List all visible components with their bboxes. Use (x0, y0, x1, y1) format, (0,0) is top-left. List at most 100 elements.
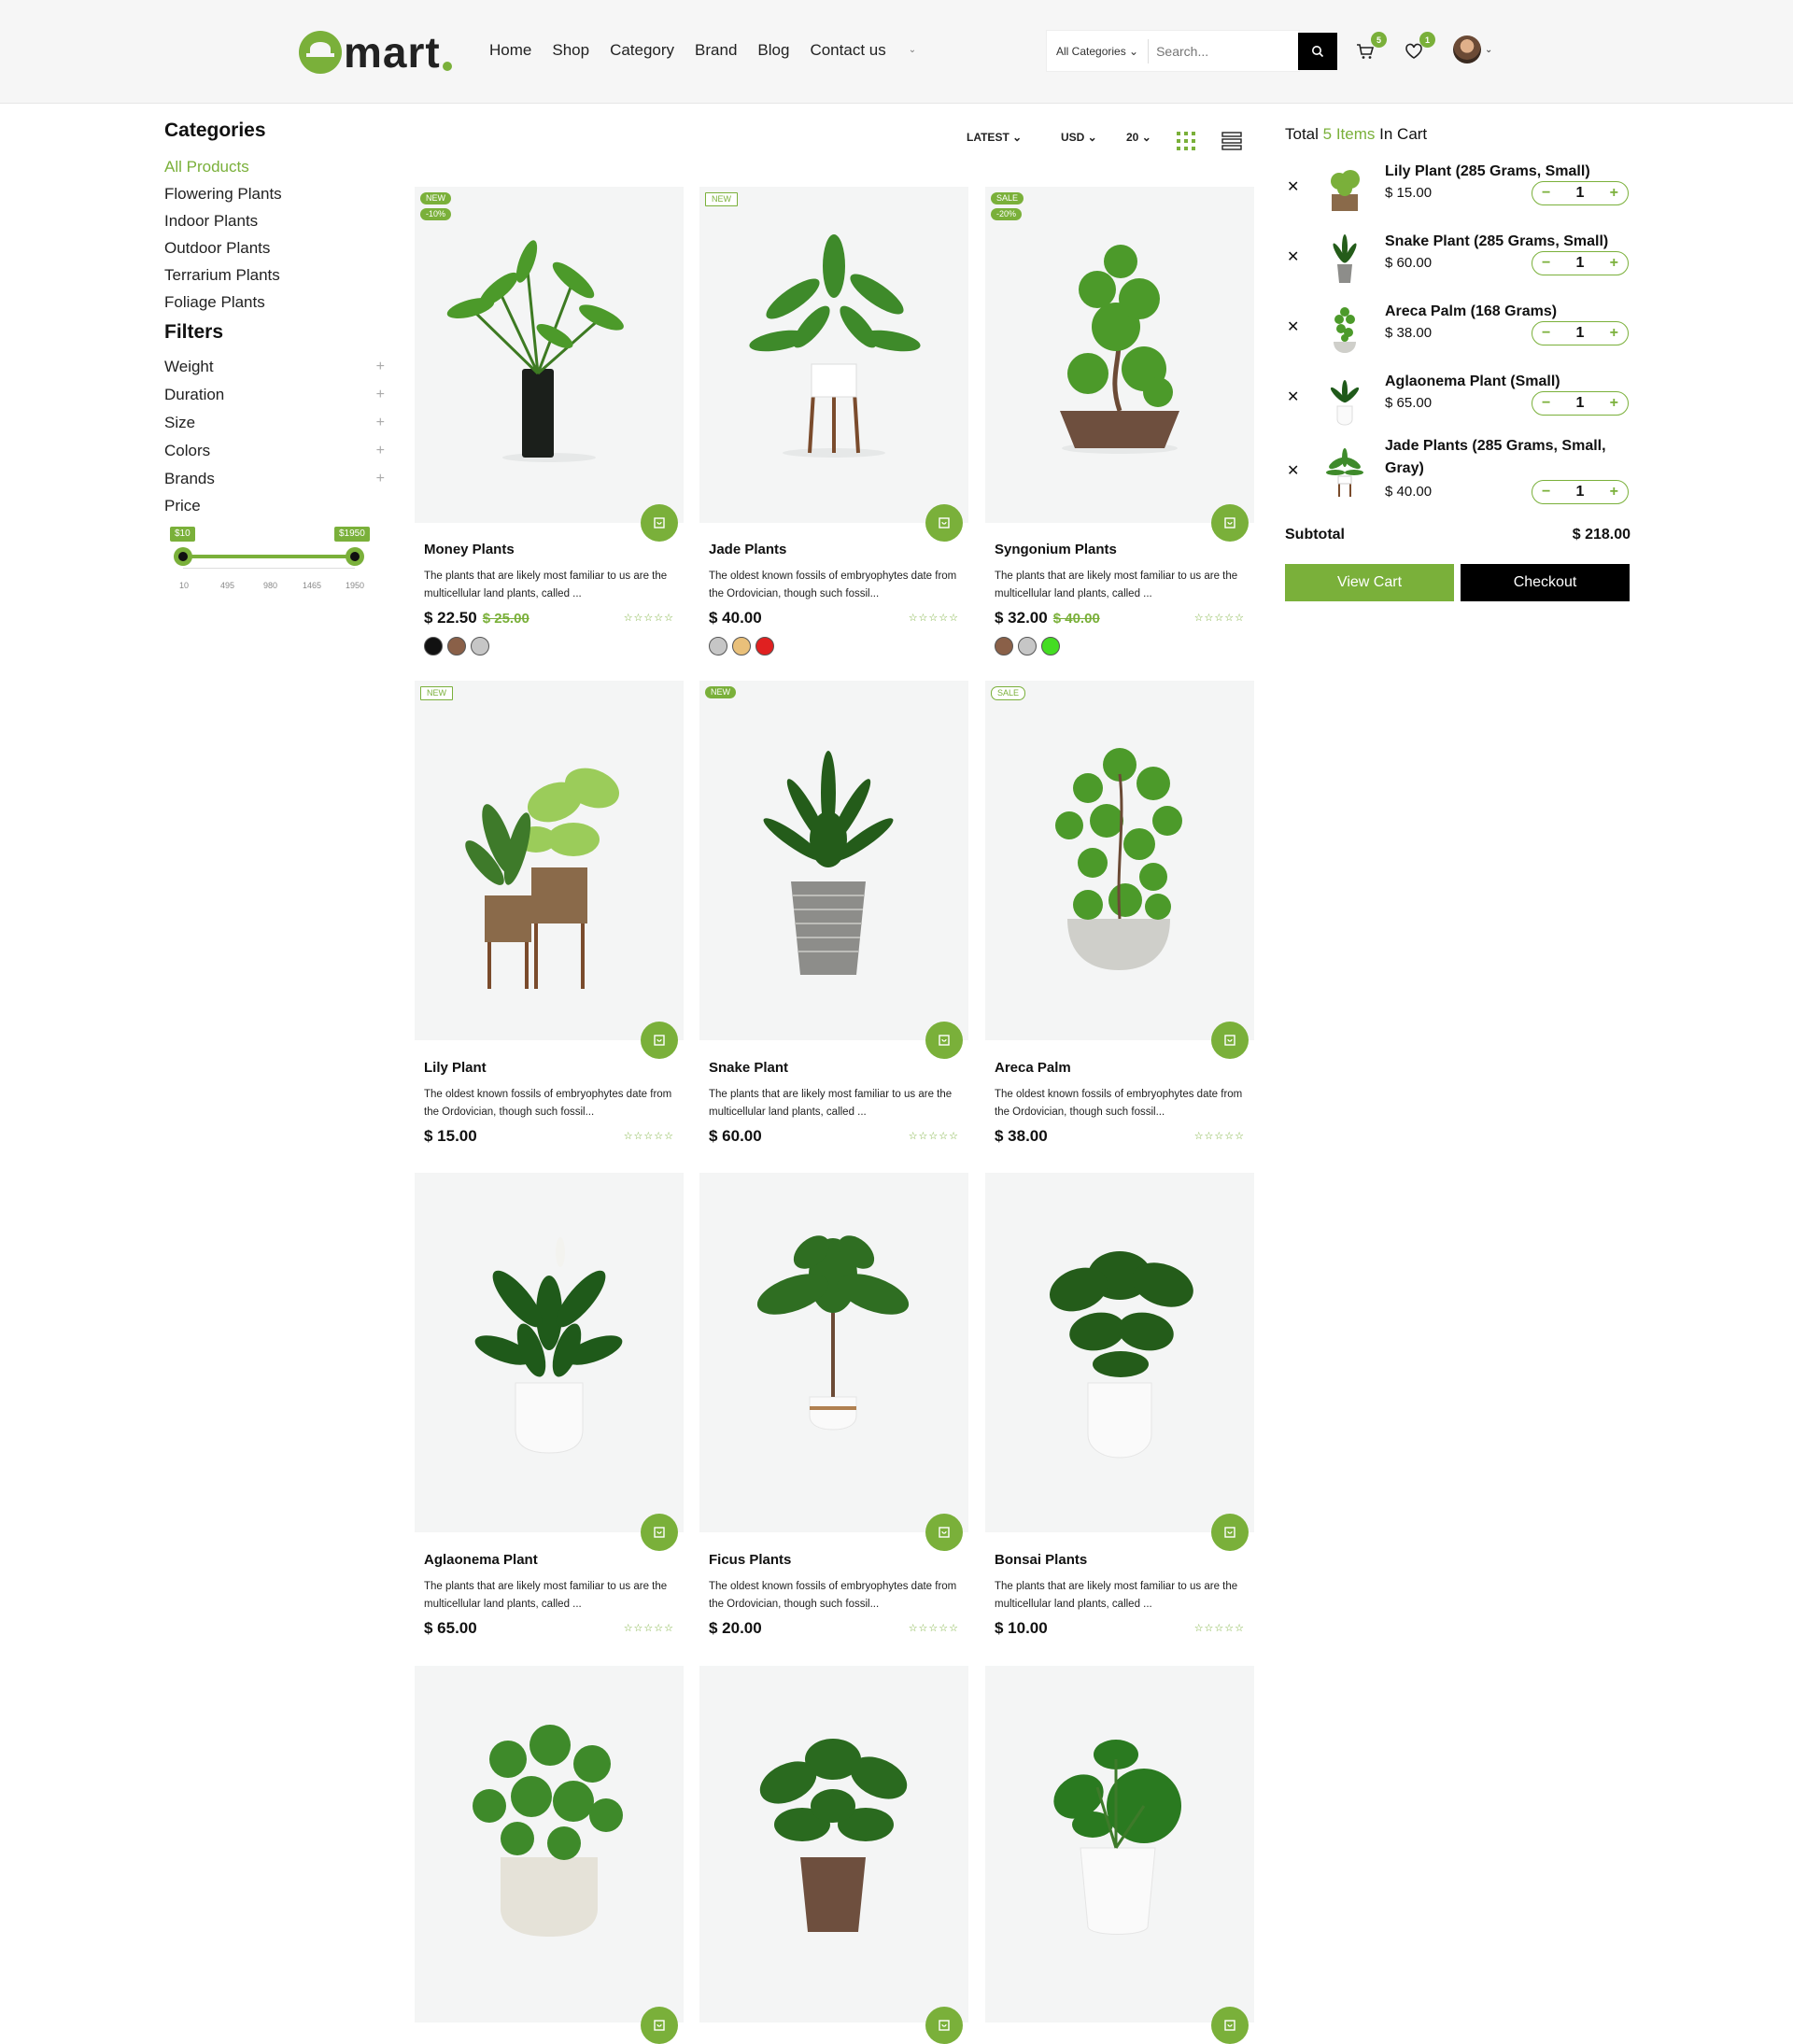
add-to-cart-button[interactable] (925, 1514, 963, 1551)
product-name[interactable]: Jade Plants (709, 542, 786, 557)
swatch-brown[interactable] (995, 637, 1013, 655)
avatar[interactable] (1453, 35, 1481, 63)
swatch-gray[interactable] (471, 637, 489, 655)
product-image[interactable] (415, 1173, 684, 1532)
star-rating[interactable]: ☆☆☆☆☆ (624, 1622, 674, 1634)
swatch-red[interactable] (755, 637, 774, 655)
view-cart-button[interactable]: View Cart (1285, 564, 1454, 601)
grid-view-icon[interactable] (1177, 132, 1195, 150)
decrease-button[interactable]: − (1542, 325, 1550, 342)
list-view-icon[interactable] (1221, 132, 1242, 150)
product-card[interactable]: Aglaonema Plant The plants that are like… (415, 1173, 684, 1649)
filter-duration[interactable]: Duration + (164, 381, 385, 409)
add-to-cart-button[interactable] (1211, 2007, 1249, 2044)
product-image[interactable] (699, 187, 968, 523)
nav-contact[interactable]: Contact us (810, 41, 885, 60)
star-rating[interactable]: ☆☆☆☆☆ (909, 1130, 959, 1142)
nav-blog[interactable]: Blog (757, 41, 789, 60)
product-image[interactable] (699, 1666, 968, 2023)
star-rating[interactable]: ☆☆☆☆☆ (1194, 1130, 1245, 1142)
quantity-value[interactable]: 1 (1576, 325, 1585, 342)
product-name[interactable]: Ficus Plants (709, 1552, 791, 1568)
slider-max-handle[interactable] (346, 547, 364, 566)
product-name[interactable]: Bonsai Plants (995, 1552, 1087, 1568)
search-input[interactable] (1149, 43, 1290, 59)
decrease-button[interactable]: − (1542, 395, 1550, 412)
product-image[interactable] (415, 187, 684, 523)
product-image[interactable] (415, 681, 684, 1040)
product-image[interactable] (415, 1666, 684, 2023)
filter-brands[interactable]: Brands + (164, 465, 385, 493)
star-rating[interactable]: ☆☆☆☆☆ (624, 1130, 674, 1142)
product-name[interactable]: Snake Plant (709, 1060, 788, 1076)
product-card[interactable] (985, 1666, 1254, 2044)
product-card[interactable] (415, 1666, 684, 2044)
slider-min-handle[interactable] (174, 547, 192, 566)
swatch-gray[interactable] (709, 637, 727, 655)
logo[interactable]: mart (299, 24, 452, 80)
search-category-select[interactable]: All Categories ⌄ (1047, 38, 1150, 63)
remove-item-close-icon[interactable]: ✕ (1287, 247, 1299, 266)
filter-colors[interactable]: Colors + (164, 437, 385, 465)
category-item-foliage[interactable]: Foliage Plants (164, 289, 388, 316)
quantity-value[interactable]: 1 (1576, 185, 1585, 202)
add-to-cart-button[interactable] (641, 1514, 678, 1551)
quantity-value[interactable]: 1 (1576, 255, 1585, 272)
wishlist-header-button[interactable]: 1 (1402, 32, 1435, 63)
add-to-cart-button[interactable] (925, 504, 963, 542)
product-name[interactable]: Money Plants (424, 542, 515, 557)
nav-more-chevron-icon[interactable]: ⌄ (909, 45, 916, 60)
add-to-cart-button[interactable] (1211, 1514, 1249, 1551)
nav-home[interactable]: Home (489, 41, 531, 60)
category-item-all-products[interactable]: All Products (164, 153, 388, 180)
add-to-cart-button[interactable] (925, 2007, 963, 2044)
product-name[interactable]: Syngonium Plants (995, 542, 1117, 557)
decrease-button[interactable]: − (1542, 185, 1550, 202)
star-rating[interactable]: ☆☆☆☆☆ (909, 612, 959, 624)
product-card[interactable]: Ficus Plants The oldest known fossils of… (699, 1173, 968, 1649)
category-item-terrarium[interactable]: Terrarium Plants (164, 261, 388, 289)
swatch-green[interactable] (1041, 637, 1060, 655)
swatch-tan[interactable] (732, 637, 751, 655)
add-to-cart-button[interactable] (641, 504, 678, 542)
quantity-value[interactable]: 1 (1576, 484, 1585, 500)
remove-item-close-icon[interactable]: ✕ (1287, 461, 1299, 480)
increase-button[interactable]: + (1610, 484, 1618, 500)
cart-item-name[interactable]: Jade Plants (285 Grams, Small, Gray) (1385, 435, 1632, 480)
product-image[interactable] (985, 187, 1254, 523)
increase-button[interactable]: + (1610, 185, 1618, 202)
increase-button[interactable]: + (1610, 255, 1618, 272)
cart-item-name[interactable]: Aglaonema Plant (Small) (1385, 371, 1632, 393)
remove-item-close-icon[interactable]: ✕ (1287, 177, 1299, 196)
product-card[interactable]: NEW Snake Plant The plants that are like… (699, 681, 968, 1157)
decrease-button[interactable]: − (1542, 484, 1550, 500)
swatch-brown[interactable] (447, 637, 466, 655)
nav-category[interactable]: Category (610, 41, 674, 60)
star-rating[interactable]: ☆☆☆☆☆ (1194, 1622, 1245, 1634)
category-item-indoor[interactable]: Indoor Plants (164, 207, 388, 234)
filter-weight[interactable]: Weight + (164, 353, 385, 381)
product-card[interactable]: NEW Lily Plant The oldest known fossils … (415, 681, 684, 1157)
cart-item-name[interactable]: Areca Palm (168 Grams) (1385, 301, 1632, 323)
product-image[interactable] (699, 681, 968, 1040)
swatch-gray[interactable] (1018, 637, 1037, 655)
add-to-cart-button[interactable] (641, 2007, 678, 2044)
cart-item-name[interactable]: Snake Plant (285 Grams, Small) (1385, 231, 1632, 253)
cart-header-button[interactable]: 5 (1353, 32, 1387, 63)
add-to-cart-button[interactable] (1211, 1022, 1249, 1059)
search-button[interactable] (1298, 33, 1337, 70)
star-rating[interactable]: ☆☆☆☆☆ (909, 1622, 959, 1634)
filter-size[interactable]: Size + (164, 409, 385, 437)
product-card[interactable]: Bonsai Plants The plants that are likely… (985, 1173, 1254, 1649)
checkout-button[interactable]: Checkout (1461, 564, 1630, 601)
nav-brand[interactable]: Brand (695, 41, 737, 60)
product-image[interactable] (985, 1173, 1254, 1532)
product-name[interactable]: Aglaonema Plant (424, 1552, 538, 1568)
remove-item-close-icon[interactable]: ✕ (1287, 388, 1299, 406)
product-card[interactable] (699, 1666, 968, 2044)
product-card[interactable]: SALE Areca Palm The oldest known fossils… (985, 681, 1254, 1157)
add-to-cart-button[interactable] (925, 1022, 963, 1059)
sort-select[interactable]: LATEST ⌄ (967, 131, 1022, 144)
add-to-cart-button[interactable] (1211, 504, 1249, 542)
currency-select[interactable]: USD ⌄ (1061, 131, 1097, 144)
